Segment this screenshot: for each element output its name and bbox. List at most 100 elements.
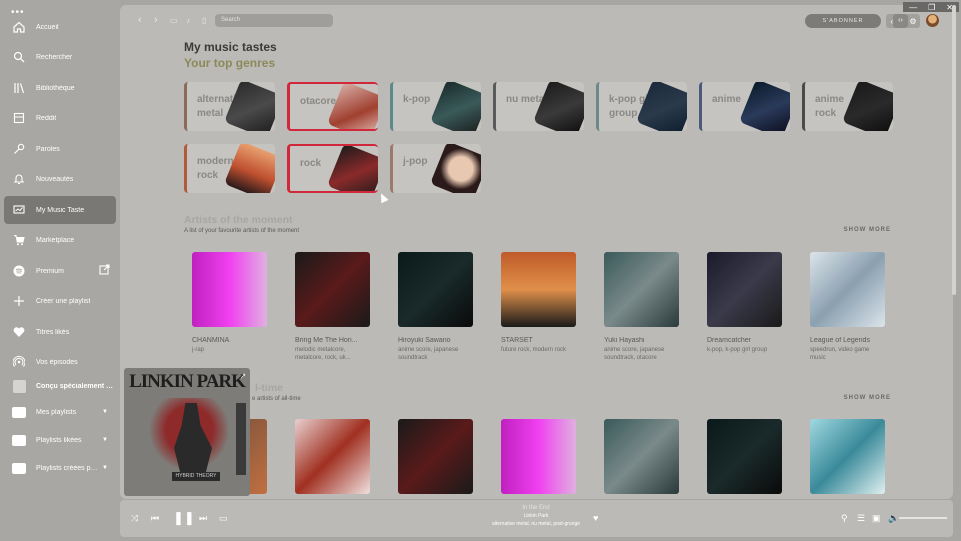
bookmark-icon[interactable]: ▯ bbox=[202, 16, 206, 25]
scrollbar[interactable] bbox=[952, 5, 956, 295]
sidebar-item-concu-specialement[interactable]: Conçu spécialement p... bbox=[4, 372, 116, 400]
gear-icon[interactable]: ⚙ bbox=[906, 14, 920, 28]
like-heart-icon[interactable]: ♥ bbox=[593, 513, 598, 523]
back-icon[interactable]: ‹ bbox=[138, 14, 142, 26]
sidebar-item-playlists-creees[interactable]: Playlists créées pour ... ▼ bbox=[4, 454, 116, 482]
genre-card[interactable]: alternative metal bbox=[184, 82, 275, 131]
artist-image bbox=[604, 419, 679, 494]
sidebar-item-reddit[interactable]: Reddit bbox=[4, 104, 116, 132]
genre-card[interactable]: rock bbox=[287, 144, 378, 193]
forward-icon[interactable]: › bbox=[154, 14, 158, 26]
sidebar-item-paroles[interactable]: Paroles bbox=[4, 135, 116, 163]
genre-card[interactable]: modern rock bbox=[184, 144, 275, 193]
sidebar-item-marketplace[interactable]: Marketplace bbox=[4, 226, 116, 254]
artists-moment-title: Artists of the moment bbox=[184, 214, 293, 226]
artist-image bbox=[192, 252, 267, 327]
queue-icon[interactable]: ☰ bbox=[857, 513, 865, 524]
folder-icon bbox=[12, 405, 26, 419]
sidebar-item-creer-playlist[interactable]: Créer une playlist bbox=[4, 287, 116, 315]
track-artist[interactable]: Linkin Park bbox=[476, 512, 596, 520]
genre-card[interactable]: j-pop bbox=[390, 144, 481, 193]
caret-down-icon[interactable]: ▼ bbox=[102, 465, 108, 471]
artist-image bbox=[501, 419, 576, 494]
subscribe-button[interactable]: S'ABONNER bbox=[805, 14, 881, 28]
previous-icon[interactable]: ⏮ bbox=[151, 513, 159, 524]
caret-down-icon[interactable]: ▼ bbox=[102, 409, 108, 415]
track-genres: alternative metal, nu metal, post-grunge bbox=[491, 521, 581, 527]
artist-image bbox=[810, 419, 885, 494]
artist-card[interactable] bbox=[604, 419, 680, 494]
genre-image bbox=[224, 82, 275, 131]
genre-card[interactable]: nu metal bbox=[493, 82, 584, 131]
sidebar-item-playlists-likees[interactable]: Playlists likées ▼ bbox=[4, 426, 116, 454]
track-title[interactable]: In the End bbox=[476, 504, 596, 512]
shuffle-icon[interactable]: ⤨ bbox=[131, 513, 138, 524]
pause-icon[interactable]: ❚❚ bbox=[173, 510, 195, 526]
devices-icon[interactable]: ▣ bbox=[872, 513, 881, 524]
reddit-icon bbox=[12, 111, 26, 125]
show-more-button[interactable]: SHOW MORE bbox=[844, 395, 891, 401]
external-link-icon bbox=[99, 262, 110, 280]
volume-slider[interactable] bbox=[899, 517, 947, 519]
now-playing: In the End Linkin Park alternative metal… bbox=[476, 504, 596, 528]
microphone-icon[interactable]: ♪ bbox=[186, 16, 190, 25]
album-art[interactable]: LINKIN PARK HYBRID THEORY ↗ bbox=[124, 368, 250, 496]
artist-card[interactable] bbox=[810, 419, 886, 494]
expand-icon[interactable]: ↗ bbox=[240, 372, 246, 380]
artist-card[interactable]: Bring Me The Hori... melodic metalcore, … bbox=[295, 252, 371, 362]
folder-icon bbox=[12, 433, 26, 447]
artist-card[interactable]: Yuki Hayashi anime score, japanese sound… bbox=[604, 252, 680, 362]
artist-card[interactable] bbox=[707, 419, 783, 494]
genre-image bbox=[842, 82, 893, 131]
artist-card[interactable]: CHANMINA j-rap bbox=[192, 252, 268, 354]
genre-card[interactable]: k-pop bbox=[390, 82, 481, 131]
sidebar-item-titres-likes[interactable]: Titres likés bbox=[4, 318, 116, 346]
genre-card[interactable]: anime rock bbox=[802, 82, 893, 131]
sidebar-item-my-music-taste[interactable]: My Music Taste bbox=[4, 196, 116, 224]
avatar[interactable] bbox=[926, 14, 939, 27]
sidebar-item-bibliotheque[interactable]: Bibliothèque bbox=[4, 74, 116, 102]
sidebar-item-nouveautes[interactable]: Nouveautés bbox=[4, 165, 116, 193]
library-icon bbox=[12, 81, 26, 95]
genre-card[interactable]: otacore bbox=[287, 82, 378, 131]
sidebar-item-rechercher[interactable]: Rechercher bbox=[4, 43, 116, 71]
artist-card[interactable] bbox=[295, 419, 371, 494]
artist-card[interactable] bbox=[398, 419, 474, 494]
code-icon[interactable]: ‹› bbox=[893, 14, 908, 28]
genre-image bbox=[224, 144, 275, 193]
artists-alltime-title: l-time bbox=[255, 382, 284, 394]
show-more-button[interactable]: SHOW MORE bbox=[844, 227, 891, 233]
artist-card[interactable] bbox=[501, 419, 577, 494]
album-title-tag: HYBRID THEORY bbox=[172, 472, 220, 481]
bell-icon bbox=[12, 172, 26, 186]
artist-card[interactable]: Dreamcatcher k-pop, k-pop girl group bbox=[707, 252, 783, 354]
maximize-icon[interactable]: ❐ bbox=[928, 3, 935, 12]
artist-image bbox=[707, 252, 782, 327]
lyrics-icon[interactable]: ▭ bbox=[219, 513, 228, 524]
artist-card[interactable]: Hiroyuki Sawano anime score, japanese so… bbox=[398, 252, 474, 362]
sidebar-item-accueil[interactable]: Accueil bbox=[4, 13, 116, 41]
artist-card[interactable]: STARSET future rock, modern rock bbox=[501, 252, 577, 354]
next-icon[interactable]: ⏭ bbox=[199, 513, 207, 524]
search-icon bbox=[12, 50, 26, 64]
link-icon[interactable]: ⚲ bbox=[841, 513, 848, 524]
volume-icon[interactable]: 🔈 bbox=[888, 513, 899, 524]
genre-card[interactable]: anime bbox=[699, 82, 790, 131]
artists-moment-description: A list of your favourite artists of the … bbox=[184, 228, 300, 234]
top-bar: ‹ › ▭ ♪ ▯ Search S'ABONNER ‹› ⚙ bbox=[120, 5, 953, 35]
artists-alltime-description: e artists of all-time bbox=[252, 396, 301, 402]
artist-image bbox=[604, 252, 679, 327]
sidebar-item-mes-playlists[interactable]: Mes playlists ▼ bbox=[4, 398, 116, 426]
minimize-icon[interactable]: — bbox=[909, 3, 917, 12]
genre-image bbox=[327, 146, 378, 191]
plus-icon bbox=[12, 294, 26, 308]
sidebar-item-premium[interactable]: Premium bbox=[4, 257, 116, 285]
artist-image bbox=[707, 419, 782, 494]
folder-icon bbox=[12, 461, 26, 475]
genre-card[interactable]: k-pop girl group bbox=[596, 82, 687, 131]
video-icon[interactable]: ▭ bbox=[170, 16, 178, 25]
caret-down-icon[interactable]: ▼ bbox=[102, 437, 108, 443]
search-input[interactable]: Search bbox=[215, 14, 333, 27]
album-artwork-strip bbox=[236, 403, 246, 475]
artist-card[interactable]: League of Legends speedrun, video game m… bbox=[810, 252, 886, 362]
